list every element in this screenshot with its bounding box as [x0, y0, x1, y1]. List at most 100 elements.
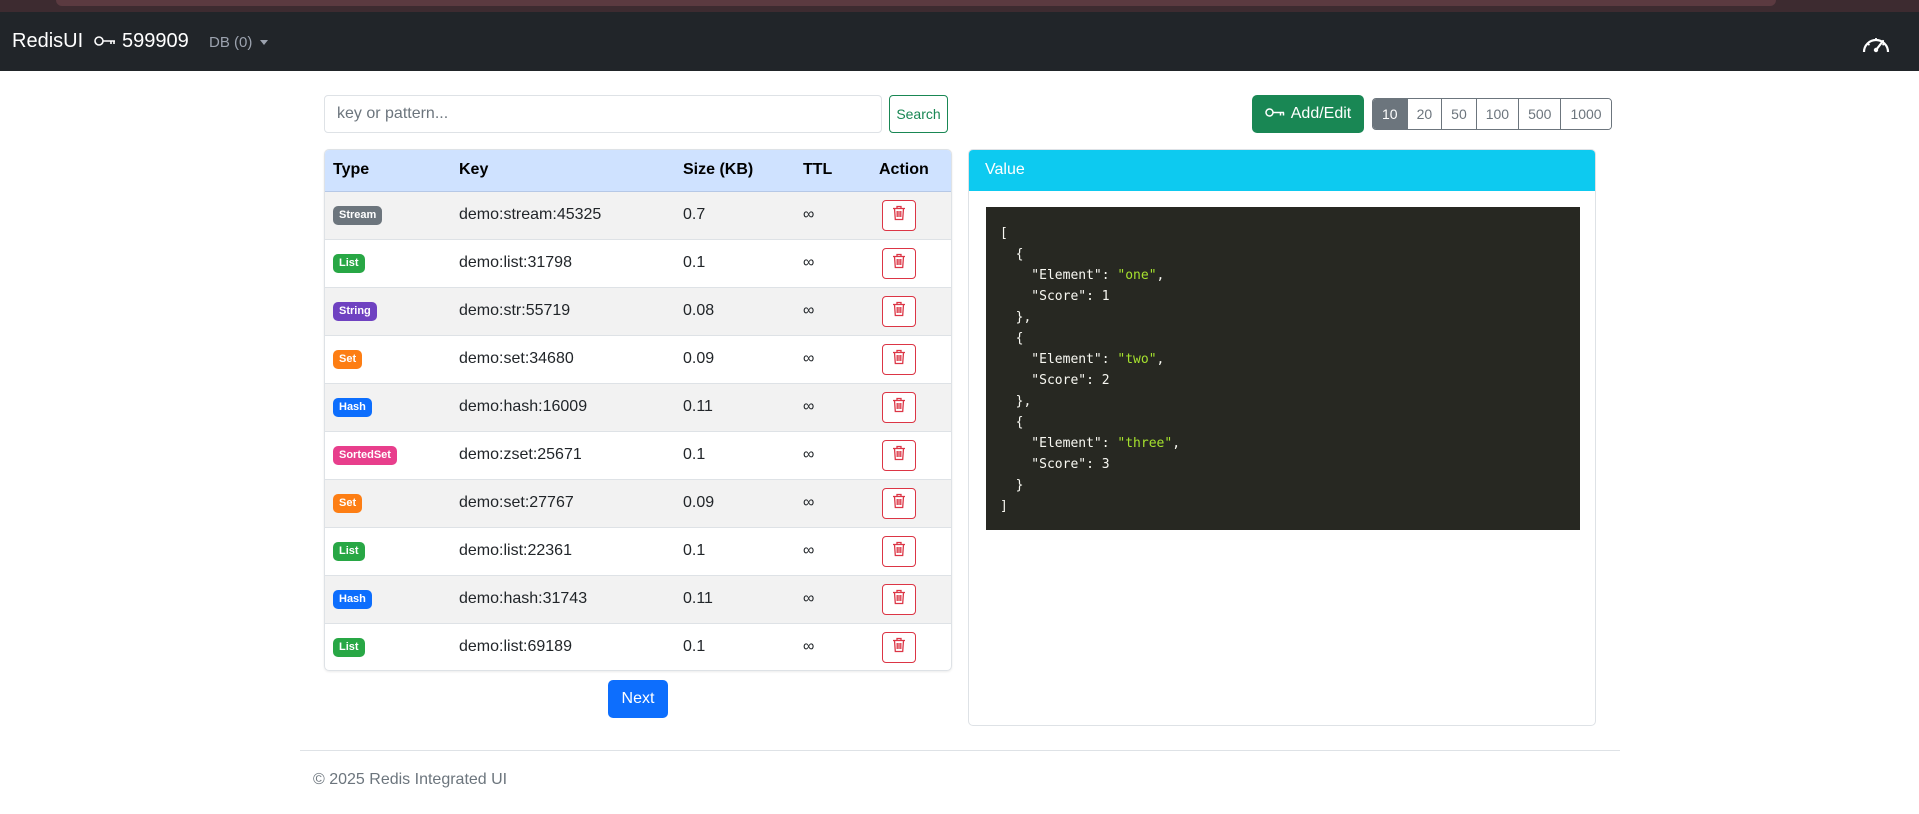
key-cell[interactable]: demo:list:22361: [451, 527, 675, 575]
delete-key-button[interactable]: [882, 247, 916, 279]
key-cell[interactable]: demo:set:34680: [451, 335, 675, 383]
table-row[interactable]: String demo:str:55719 0.08 ∞: [325, 287, 951, 335]
search-input[interactable]: [324, 95, 882, 133]
json-line: "Score": 2: [1000, 370, 1566, 391]
key-cell[interactable]: demo:list:69189: [451, 623, 675, 670]
json-token: ,: [1156, 352, 1165, 367]
type-cell: Stream: [325, 191, 451, 239]
speedometer-icon[interactable]: [1861, 32, 1891, 58]
type-cell: List: [325, 623, 451, 670]
json-token: },: [1000, 310, 1032, 325]
size-cell: 0.11: [683, 590, 713, 607]
page-size-500-button[interactable]: 500: [1519, 99, 1562, 129]
page-size-100-button[interactable]: 100: [1476, 99, 1520, 129]
table-row[interactable]: List demo:list:69189 0.1 ∞: [325, 623, 951, 670]
page-size-1000-button[interactable]: 1000: [1561, 99, 1611, 129]
delete-key-button[interactable]: [882, 295, 916, 327]
type-badge: String: [333, 302, 377, 321]
delete-key-button[interactable]: [882, 343, 916, 375]
size-cell: 0.1: [683, 446, 706, 463]
json-line: }: [1000, 475, 1566, 496]
value-panel: Value [ { "Element": "one", "Score": 1 }…: [968, 149, 1596, 726]
size-cell: 0.1: [683, 254, 706, 271]
table-row[interactable]: Set demo:set:34680 0.09 ∞: [325, 335, 951, 383]
key-count: 599909: [94, 30, 189, 53]
add-edit-button[interactable]: Add/Edit: [1252, 95, 1364, 133]
json-value-viewer[interactable]: [ { "Element": "one", "Score": 1 }, { "E…: [986, 207, 1580, 530]
json-line: [: [1000, 223, 1566, 244]
json-token: ,: [1156, 268, 1165, 283]
json-token: [: [1000, 226, 1008, 241]
table-row[interactable]: Hash demo:hash:16009 0.11 ∞: [325, 383, 951, 431]
key-cell[interactable]: demo:set:27767: [451, 479, 675, 527]
size-cell: 0.09: [683, 494, 715, 511]
page-size-10-button[interactable]: 10: [1373, 99, 1408, 129]
table-row[interactable]: Hash demo:hash:31743 0.11 ∞: [325, 575, 951, 623]
column-header-type[interactable]: Type: [325, 150, 451, 192]
key-cell[interactable]: demo:zset:25671: [451, 431, 675, 479]
ttl-cell: ∞: [803, 398, 815, 415]
ttl-cell: ∞: [803, 350, 815, 367]
app-brand[interactable]: RedisUI: [12, 30, 83, 53]
page-size-20-button[interactable]: 20: [1407, 99, 1443, 129]
next-page-button[interactable]: Next: [608, 680, 668, 718]
json-token: "Score":: [1000, 457, 1102, 472]
json-line: "Element": "two",: [1000, 349, 1566, 370]
size-cell: 0.11: [683, 398, 713, 415]
column-header-size[interactable]: Size (KB): [675, 150, 795, 192]
json-line: "Score": 1: [1000, 286, 1566, 307]
delete-key-button[interactable]: [882, 631, 916, 663]
type-badge: List: [333, 542, 365, 561]
key-cell[interactable]: demo:list:31798: [451, 239, 675, 287]
table-row[interactable]: Stream demo:stream:45325 0.7 ∞: [325, 191, 951, 239]
delete-key-button[interactable]: [882, 199, 916, 231]
size-cell: 0.09: [683, 350, 715, 367]
json-token: "Score":: [1000, 289, 1102, 304]
ttl-cell: ∞: [803, 590, 815, 607]
ttl-cell: ∞: [803, 542, 815, 559]
key-cell[interactable]: demo:hash:31743: [451, 575, 675, 623]
trash-icon: [892, 349, 906, 370]
size-cell: 0.7: [683, 206, 706, 223]
table-row[interactable]: List demo:list:31798 0.1 ∞: [325, 239, 951, 287]
json-line: "Score": 3: [1000, 454, 1566, 475]
column-header-ttl[interactable]: TTL: [795, 150, 871, 192]
page-size-group: 10 20 50 100 500 1000: [1372, 98, 1612, 130]
trash-icon: [892, 253, 906, 274]
search-button[interactable]: Search: [889, 95, 948, 133]
table-row[interactable]: List demo:list:22361 0.1 ∞: [325, 527, 951, 575]
type-badge: SortedSet: [333, 446, 397, 465]
table-row[interactable]: SortedSet demo:zset:25671 0.1 ∞: [325, 431, 951, 479]
page-size-50-button[interactable]: 50: [1442, 99, 1477, 129]
table-header-row: Type Key Size (KB) TTL Action: [325, 150, 951, 192]
key-cell[interactable]: demo:str:55719: [451, 287, 675, 335]
json-token: 2: [1101, 373, 1110, 388]
value-panel-title: Value: [969, 150, 1595, 191]
type-badge: Set: [333, 494, 363, 513]
key-cell[interactable]: demo:hash:16009: [451, 383, 675, 431]
json-token: },: [1000, 394, 1032, 409]
db-selector-dropdown[interactable]: DB (0): [209, 34, 269, 51]
type-cell: Set: [325, 479, 451, 527]
json-line: },: [1000, 391, 1566, 412]
ttl-cell: ∞: [803, 302, 815, 319]
trash-icon: [892, 589, 906, 610]
json-token: {: [1000, 331, 1024, 346]
size-cell: 0.1: [683, 638, 706, 656]
add-edit-label: Add/Edit: [1290, 105, 1352, 122]
json-token: ]: [1000, 499, 1008, 514]
delete-key-button[interactable]: [882, 391, 916, 423]
table-row[interactable]: Set demo:set:27767 0.09 ∞: [325, 479, 951, 527]
type-cell: Hash: [325, 575, 451, 623]
delete-key-button[interactable]: [882, 583, 916, 615]
json-token: "three": [1117, 436, 1173, 451]
json-line: {: [1000, 244, 1566, 265]
column-header-key[interactable]: Key: [451, 150, 675, 192]
delete-key-button[interactable]: [882, 439, 916, 471]
key-cell[interactable]: demo:stream:45325: [451, 191, 675, 239]
type-badge: Hash: [333, 398, 372, 417]
delete-key-button[interactable]: [882, 487, 916, 519]
browser-top-strip: [0, 0, 1919, 12]
delete-key-button[interactable]: [882, 535, 916, 567]
ttl-cell: ∞: [803, 494, 815, 511]
